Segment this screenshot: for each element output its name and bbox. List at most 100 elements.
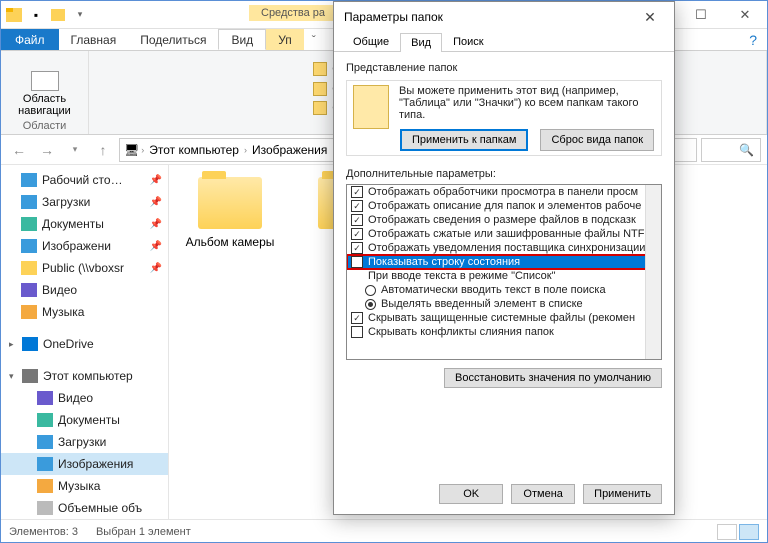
qat-dropdown-icon[interactable]: ▾ (71, 6, 89, 24)
advanced-setting-row[interactable]: Скрывать конфликты слияния папок (347, 325, 661, 339)
chevron-right-icon: › (141, 145, 144, 155)
pin-icon: 📌 (150, 219, 162, 230)
checkbox[interactable]: ✓ (351, 200, 363, 212)
crumb-pictures[interactable]: Изображения (249, 143, 330, 157)
back-button[interactable]: ← (7, 138, 31, 162)
apply-button[interactable]: Применить (583, 484, 662, 504)
close-button[interactable]: ✕ (723, 1, 767, 29)
search-input[interactable]: 🔍 (701, 138, 761, 162)
advanced-setting-row[interactable]: ✓Отображать описание для папок и элемент… (347, 199, 661, 213)
ribbon-group-panes: Область навигации Области (1, 51, 89, 134)
folder-item[interactable]: Альбом камеры (185, 177, 275, 249)
advanced-setting-row[interactable]: Выделять введенный элемент в списке (347, 297, 661, 311)
dialog-tabs: Общие Вид Поиск (334, 32, 674, 52)
dialog-tab-view[interactable]: Вид (400, 33, 442, 52)
advanced-setting-row[interactable]: ✓Отображать уведомления поставщика синхр… (347, 241, 661, 255)
tab-share[interactable]: Поделиться (128, 29, 218, 50)
radio[interactable] (365, 285, 376, 296)
ok-button[interactable]: OK (439, 484, 503, 504)
tree-item-label: Рабочий сто… (42, 173, 123, 187)
maximize-button[interactable]: ☐ (679, 1, 723, 29)
setting-label: Скрывать конфликты слияния папок (368, 326, 554, 338)
forward-button[interactable]: → (35, 138, 59, 162)
checkbox[interactable] (351, 256, 363, 268)
details-view-button[interactable] (717, 524, 737, 540)
tree-item[interactable]: Музыка (1, 301, 168, 323)
view-mode-buttons (717, 524, 759, 540)
folder-views-text: Вы можете применить этот вид (например, … (399, 85, 655, 121)
icons-view-button[interactable] (739, 524, 759, 540)
tree-item[interactable]: ▸OneDrive (1, 333, 168, 355)
dialog-title: Параметры папок (344, 10, 443, 24)
dialog-close-button[interactable]: ✕ (636, 9, 664, 26)
checkbox[interactable]: ✓ (351, 312, 363, 324)
tree-item[interactable]: ▾Этот компьютер (1, 365, 168, 387)
folder-label: Альбом камеры (186, 235, 275, 249)
dialog-footer: OK Отмена Применить (334, 474, 674, 514)
tree-item[interactable]: Загрузки (1, 431, 168, 453)
setting-label: Показывать строку состояния (368, 256, 520, 268)
checkbox[interactable]: ✓ (351, 228, 363, 240)
tree-item-icon (37, 391, 53, 405)
chevron-icon[interactable]: ▸ (9, 339, 17, 350)
tree-item-label: Загрузки (42, 195, 90, 209)
advanced-setting-row[interactable]: ✓Отображать сжатые или зашифрованные фай… (347, 227, 661, 241)
tree-item-icon (37, 501, 53, 515)
app-icon (5, 6, 23, 24)
tree-item[interactable]: Документы (1, 409, 168, 431)
restore-defaults-button[interactable]: Восстановить значения по умолчанию (444, 368, 662, 388)
folder-icon (353, 85, 389, 129)
dialog-tab-search[interactable]: Поиск (442, 32, 494, 51)
advanced-setting-row[interactable]: ✓Отображать сведения о размере файлов в … (347, 213, 661, 227)
advanced-setting-row[interactable]: Показывать строку состояния (347, 255, 661, 269)
tree-item[interactable]: Изображени📌 (1, 235, 168, 257)
tree-item[interactable]: Рабочий сто… 📌 (1, 169, 168, 191)
ribbon-collapse-icon[interactable]: ˇ (304, 29, 324, 50)
checkbox[interactable]: ✓ (351, 242, 363, 254)
tree-item[interactable]: Изображения (1, 453, 168, 475)
qat-new-folder-icon[interactable] (49, 6, 67, 24)
pin-icon: 📌 (150, 175, 162, 186)
tree-item[interactable]: Документы📌 (1, 213, 168, 235)
tree-item-label: Музыка (58, 479, 100, 493)
apply-to-folders-button[interactable]: Применить к папкам (400, 129, 529, 151)
help-icon[interactable]: ? (739, 29, 767, 50)
crumb-pc[interactable]: Этот компьютер (146, 143, 242, 157)
checkbox[interactable]: ✓ (351, 186, 363, 198)
advanced-setting-row[interactable]: ✓ Скрывать защищенные системные файлы (ре… (347, 311, 661, 325)
scrollbar[interactable] (645, 185, 661, 359)
tree-item[interactable]: Видео (1, 279, 168, 301)
checkbox[interactable]: ✓ (351, 214, 363, 226)
checkbox[interactable] (351, 326, 363, 338)
advanced-setting-row[interactable]: Автоматически вводить текст в поле поиск… (347, 283, 661, 297)
tree-item[interactable]: Музыка (1, 475, 168, 497)
tree-item[interactable]: Объемные объ (1, 497, 168, 519)
chevron-icon[interactable]: ▾ (9, 371, 17, 382)
layout-icon (313, 62, 327, 76)
chevron-right-icon: › (244, 145, 247, 155)
setting-label: Скрывать защищенные системные файлы (рек… (368, 312, 635, 324)
tree-item[interactable]: Public (\\vboxsr📌 (1, 257, 168, 279)
cancel-button[interactable]: Отмена (511, 484, 575, 504)
up-button[interactable]: ↑ (91, 138, 115, 162)
navigation-tree: Рабочий сто…📌Загрузки📌Документы📌Изображе… (1, 165, 169, 519)
dialog-tab-general[interactable]: Общие (342, 32, 400, 51)
tab-file[interactable]: Файл (1, 29, 59, 50)
tab-home[interactable]: Главная (59, 29, 129, 50)
pin-icon: 📌 (150, 263, 162, 274)
recent-dropdown[interactable]: ▾ (63, 138, 87, 162)
pin-icon: 📌 (150, 197, 162, 208)
tree-item[interactable]: Видео (1, 387, 168, 409)
tab-manage[interactable]: Уп (266, 29, 304, 50)
tree-item[interactable]: Загрузки 📌 (1, 191, 168, 213)
tree-item-icon (37, 479, 53, 493)
navigation-pane-button[interactable]: Область навигации (9, 71, 80, 117)
advanced-setting-row[interactable]: При вводе текста в режиме "Список" (347, 269, 661, 283)
qat-properties-icon[interactable]: ▪ (27, 6, 45, 24)
dialog-body: Представление папок Вы можете применить … (334, 52, 674, 474)
advanced-setting-row[interactable]: ✓Отображать обработчики просмотра в пане… (347, 185, 661, 199)
advanced-settings-list[interactable]: ✓Отображать обработчики просмотра в пане… (346, 184, 662, 360)
tab-view[interactable]: Вид (218, 29, 266, 50)
reset-folders-button[interactable]: Сброс вида папок (540, 129, 654, 151)
radio[interactable] (365, 299, 376, 310)
